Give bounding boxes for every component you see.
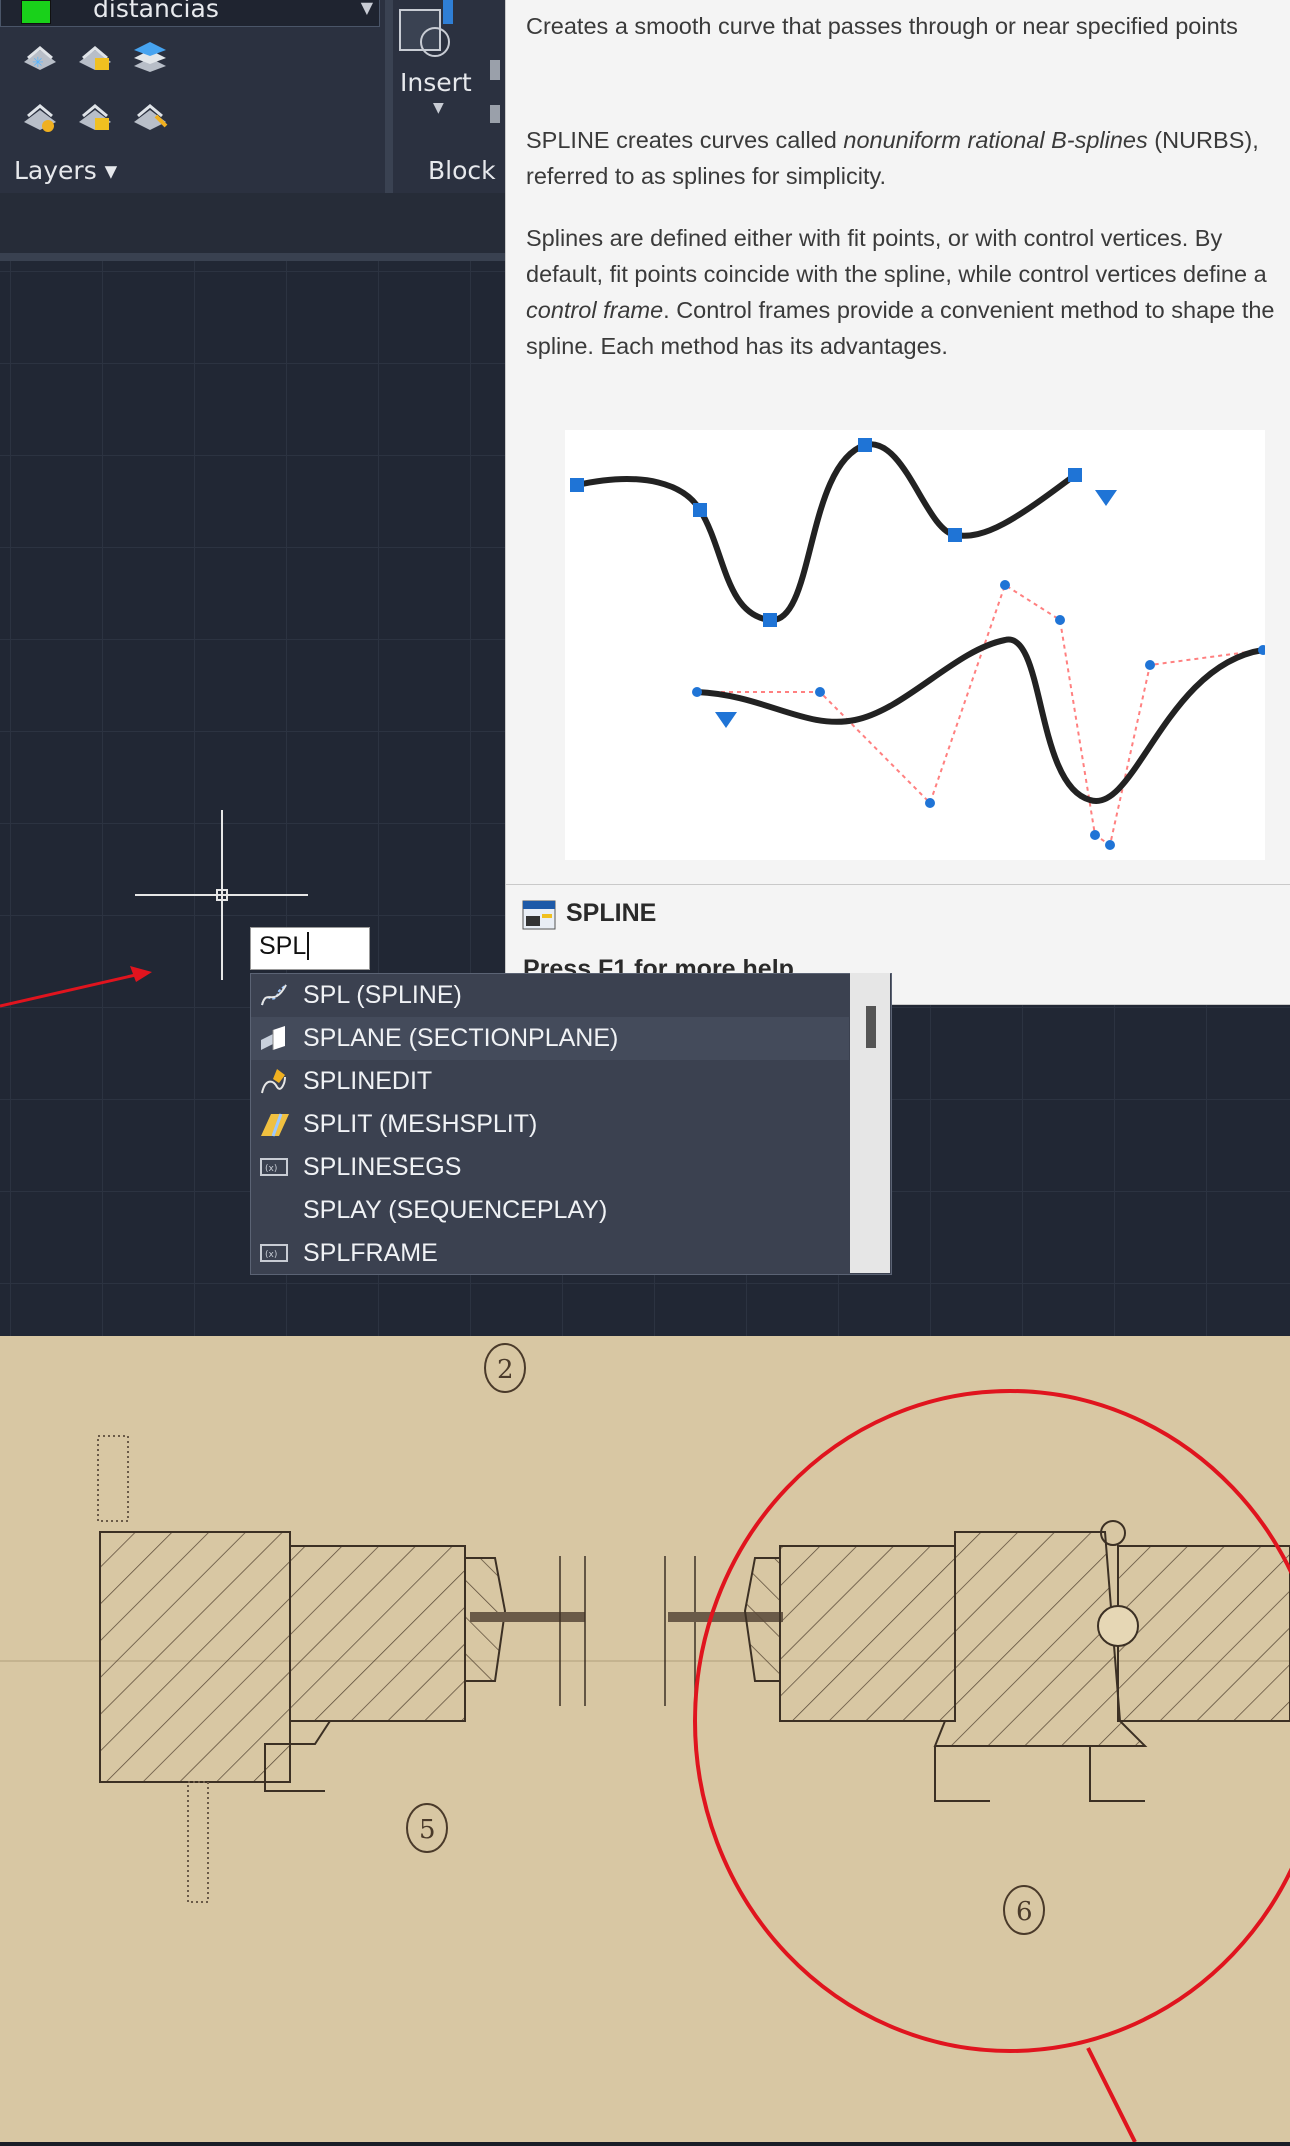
layer-lock-icon[interactable] [75,40,115,74]
edit-attribute-icon[interactable] [490,60,500,80]
block-panel-label[interactable]: Block [428,156,496,185]
spline-icon [261,984,287,1006]
svg-text:(x): (x) [265,1250,277,1260]
scanned-drawing: 2 5 6 [0,1336,1290,2143]
tooltip-summary: Creates a smooth curve that passes throu… [526,13,1238,39]
tooltip-spline-illustration [565,430,1268,860]
tooltip-para-splines: Splines are defined either with fit poin… [526,225,1275,359]
tooltip-command-name: SPLINE [566,899,657,927]
insert-block-button[interactable]: Insert ▼ [395,0,505,140]
text-caret [307,932,310,960]
layer-dropdown-value: distancias [93,0,219,23]
autocomplete-item-label: SPLAY (SEQUENCEPLAY) [303,1196,608,1224]
autocomplete-item-meshsplit[interactable]: SPLIT (MESHSPLIT) [251,1103,849,1146]
command-input-value: SPL [259,932,307,960]
ribbon-lower-bar [0,193,505,257]
ribbon-separator [0,253,505,261]
autocomplete-item-spline[interactable]: SPL (SPLINE) [251,974,849,1017]
drawing-label-2: 2 [497,1355,514,1385]
mesh-split-icon [261,1113,289,1137]
insert-block-icon [399,0,453,57]
autocomplete-scrollbar-thumb[interactable] [866,1006,876,1048]
svg-text:(x): (x) [265,1164,277,1174]
spline-command-icon [522,900,556,930]
autocomplete-item-splinesegs[interactable]: (x) SPLINESEGS [251,1146,849,1189]
chevron-down-icon[interactable]: ▼ [361,0,373,17]
autocomplete-item-sequenceplay[interactable]: SPLAY (SEQUENCEPLAY) [251,1189,849,1232]
drawing-label-5: 5 [419,1815,436,1845]
create-block-icon[interactable] [490,105,500,123]
layer-isolate-icon[interactable] [20,100,60,134]
svg-text:✳: ✳ [32,55,44,71]
insert-label: Insert [400,68,472,97]
autocomplete-item-label: SPLIT (MESHSPLIT) [303,1110,538,1138]
autocomplete-item-label: SPLINEDIT [303,1067,433,1095]
system-variable-icon: (x) [260,1244,288,1262]
annotation-arrow [0,966,152,1008]
layer-dropdown[interactable]: distancias ▼ [0,0,380,27]
layer-unlock-icon[interactable] [75,100,115,134]
autocomplete-item-label: SPLINESEGS [303,1153,462,1181]
tooltip-para-nurbs: SPLINE creates curves called nonuniform … [526,127,1259,189]
layer-state-icon[interactable] [130,40,170,74]
ribbon-panel: distancias ▼ ✳ Layers ▾ Insert ▼ Block [0,0,505,195]
layers-panel-label[interactable]: Layers ▾ [14,156,117,185]
drawing-label-6: 6 [1016,1897,1033,1927]
autocomplete-item-label: SPLANE (SECTIONPLANE) [303,1024,619,1052]
ribbon-divider [385,0,393,195]
dynamic-command-input[interactable]: SPL [250,927,370,970]
autocomplete-item-sectionplane[interactable]: SPLANE (SECTIONPLANE) [251,1017,849,1060]
autocomplete-item-label: SPL (SPLINE) [303,981,462,1009]
layer-freeze-icon[interactable]: ✳ [20,40,60,74]
spline-edit-icon [261,1069,286,1094]
autocomplete-list[interactable]: SPL (SPLINE) SPLANE (SECTIONPLANE) SPLIN… [250,973,892,1275]
layer-match-icon[interactable] [130,100,170,134]
system-variable-icon: (x) [260,1158,288,1176]
layer-color-swatch [21,0,51,24]
tooltip-divider [505,884,1290,885]
chevron-down-icon[interactable]: ▼ [433,100,444,116]
autocomplete-item-splinedit[interactable]: SPLINEDIT [251,1060,849,1103]
section-plane-icon [261,1026,285,1050]
autocomplete-item-splframe[interactable]: (x) SPLFRAME [251,1232,849,1275]
autocomplete-item-label: SPLFRAME [303,1239,438,1267]
